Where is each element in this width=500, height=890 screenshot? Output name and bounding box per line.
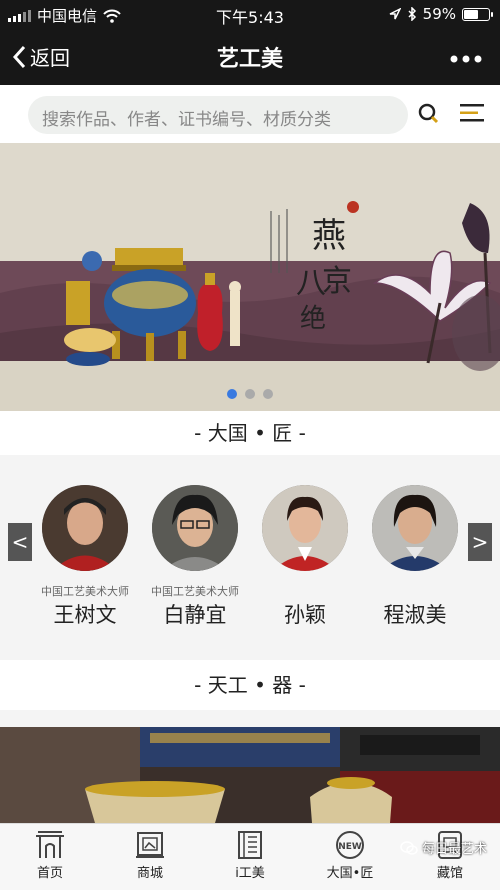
status-right: 59% [389,5,493,23]
artist-card[interactable]: 中国工艺美术大师 白静宜 [140,485,250,629]
carousel-dot-3[interactable] [263,389,273,399]
bluetooth-icon [408,7,416,21]
artwork-image [0,727,500,823]
avatar [262,485,348,571]
carousel-prev-button[interactable]: < [8,523,32,561]
carousel-dots [0,389,500,399]
more-options-button[interactable] [450,42,482,70]
wechat-icon [400,840,418,855]
search-placeholder: 搜索作品、作者、证书编号、材质分类 [42,110,331,130]
menu-icon[interactable] [460,104,484,122]
search-icon[interactable] [418,103,440,125]
home-gate-icon [36,831,64,858]
tab-label: 商城 [136,866,163,881]
artist-name: 孙颖 [284,603,326,627]
tab-craftsman[interactable]: NEW 大国•匠 [305,830,395,881]
section-title-craftsman: - 大国 • 匠 - [0,411,500,455]
section-spacer [0,710,500,727]
artist-name: 白静宜 [163,603,227,627]
banner-calligraphy-3: 京 [322,264,352,299]
watermark-text: 每日最艺术 [422,842,488,857]
artists-carousel: < > 中国工艺美术大师 王树文 中国工艺美术大师 白静宜 孙颖 程淑美 [0,455,500,660]
artist-name: 王树文 [53,603,117,627]
nav-bar: 返回 艺工美 [0,28,500,85]
artist-role [250,583,360,597]
banner-image: 燕 八 京 绝 [0,143,500,411]
tab-home[interactable]: 首页 [5,830,95,881]
carousel-dot-2[interactable] [245,389,255,399]
artist-role [360,583,470,597]
watermark: 每日最艺术 [400,838,487,857]
featured-artwork-photo[interactable] [0,727,500,823]
search-row: 搜索作品、作者、证书编号、材质分类 [0,85,500,143]
more-dots-icon [450,55,482,63]
artist-role: 中国工艺美术大师 [41,585,129,598]
artist-role: 中国工艺美术大师 [151,585,239,598]
avatar [372,485,458,571]
status-bar: 中国电信 下午5:43 59% [0,0,500,28]
battery-percent: 59% [422,5,456,23]
artist-card[interactable]: 程淑美 [360,485,470,629]
painting-frame-icon [136,832,164,858]
tab-label: 首页 [36,866,63,881]
tab-label: 藏馆 [436,866,463,881]
tab-label: i工美 [235,866,265,881]
carousel-next-button[interactable]: > [468,523,492,561]
battery-icon [462,7,493,21]
artist-card[interactable]: 中国工艺美术大师 王树文 [30,485,140,629]
tab-mall[interactable]: 商城 [105,830,195,881]
page-title: 艺工美 [216,47,283,72]
artist-card[interactable]: 孙颖 [250,485,360,629]
avatar [42,485,128,571]
carousel-dot-1[interactable] [227,389,237,399]
book-icon [238,831,262,859]
location-icon [389,8,401,20]
search-input[interactable]: 搜索作品、作者、证书编号、材质分类 [28,96,408,134]
banner-calligraphy-1: 燕 [312,216,346,256]
tab-label: 大国•匠 [326,866,374,881]
artist-name: 程淑美 [383,603,447,627]
banner-calligraphy-4: 绝 [300,304,326,334]
avatar [152,485,238,571]
new-badge-icon: NEW [336,831,364,859]
battery-fill [464,9,479,19]
tab-igongmei[interactable]: i工美 [205,830,295,881]
section-title-artifact: - 天工 • 器 - [0,660,500,710]
banner-carousel[interactable]: 燕 八 京 绝 [0,143,500,411]
new-badge-text: NEW [338,842,362,852]
